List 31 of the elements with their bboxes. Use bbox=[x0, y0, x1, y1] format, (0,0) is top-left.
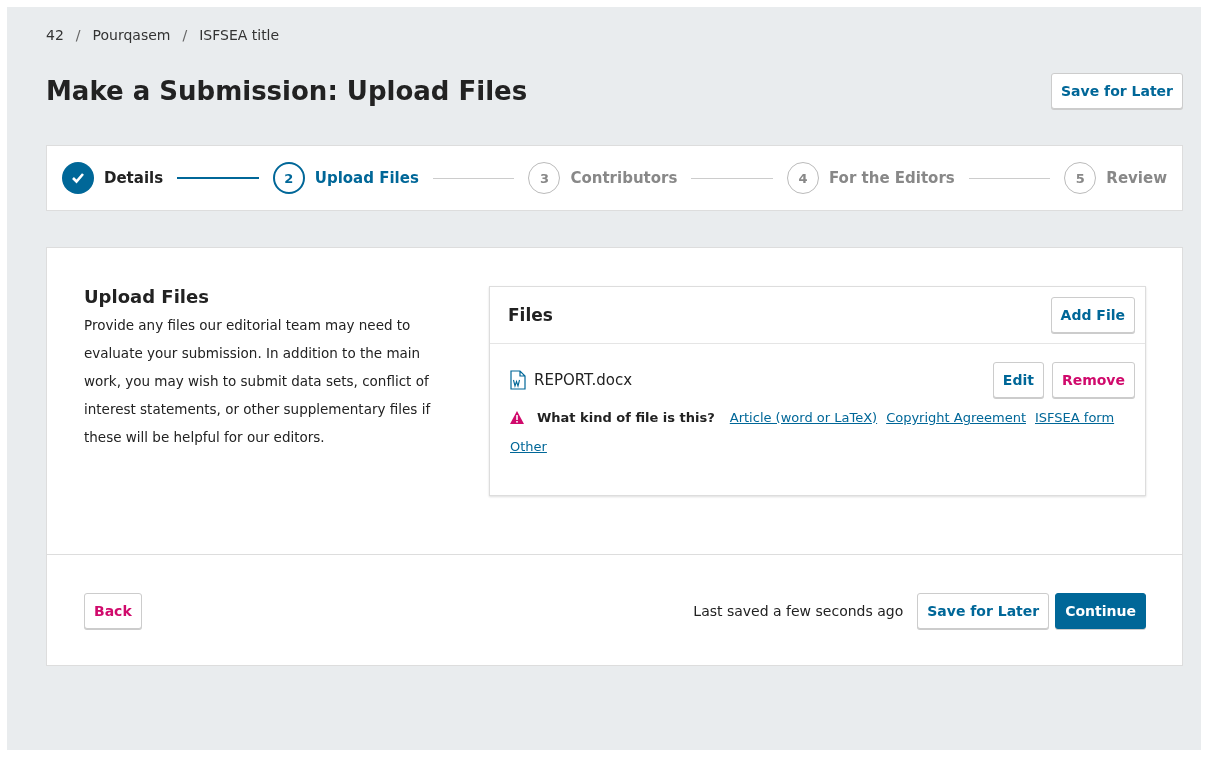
remove-button[interactable]: Remove bbox=[1051, 362, 1135, 398]
breadcrumb-separator: / bbox=[75, 27, 81, 43]
edit-button[interactable]: Edit bbox=[992, 362, 1044, 398]
step-tab[interactable]: 5 Review bbox=[1064, 162, 1167, 194]
save-for-later-button[interactable]: Save for Later bbox=[917, 593, 1050, 629]
file-kind-link[interactable]: ISFSEA form bbox=[1035, 410, 1115, 425]
save-for-later-button[interactable]: Save for Later bbox=[1051, 73, 1183, 109]
file-kind-link[interactable]: Other bbox=[510, 439, 547, 454]
save-status: Last saved a few seconds ago bbox=[692, 603, 904, 619]
panel-title: Files bbox=[508, 305, 553, 325]
breadcrumb-item[interactable]: 42 bbox=[46, 27, 64, 43]
file-kind-link[interactable]: Article (word or LaTeX) bbox=[729, 410, 878, 425]
file-kind-prompt: What kind of file is this? bbox=[537, 410, 715, 425]
section-heading: Upload Files bbox=[84, 286, 210, 307]
checkmark-icon bbox=[71, 172, 85, 184]
page-title: Make a Submission: Upload Files bbox=[46, 76, 528, 106]
breadcrumb-item[interactable]: ISFSEA title bbox=[199, 27, 280, 43]
file-name: REPORT.docx bbox=[534, 371, 634, 389]
back-button[interactable]: Back bbox=[84, 593, 142, 629]
breadcrumb-separator: / bbox=[182, 27, 188, 43]
warning-icon bbox=[510, 411, 524, 424]
add-file-button[interactable]: Add File bbox=[1050, 297, 1135, 333]
breadcrumb-item[interactable]: Pourqasem bbox=[92, 27, 171, 43]
step-tab[interactable]: 3 Contributors bbox=[528, 162, 678, 194]
document-icon bbox=[510, 370, 526, 390]
step-tab[interactable]: 2 Upload Files bbox=[272, 162, 419, 194]
step-tab[interactable]: 4 For the Editors bbox=[786, 162, 955, 194]
section-description: Provide any files our editorial team may need to evaluate your submission. In addition to the main work, you may wish to submit data sets, conflict of interest statements, or other supplementary files if these will be helpful for our editors. bbox=[84, 316, 432, 447]
file-kind-link[interactable]: Copyright Agreement bbox=[886, 410, 1026, 425]
step-tab[interactable]: Details bbox=[62, 162, 164, 194]
continue-button[interactable]: Continue bbox=[1055, 593, 1146, 629]
